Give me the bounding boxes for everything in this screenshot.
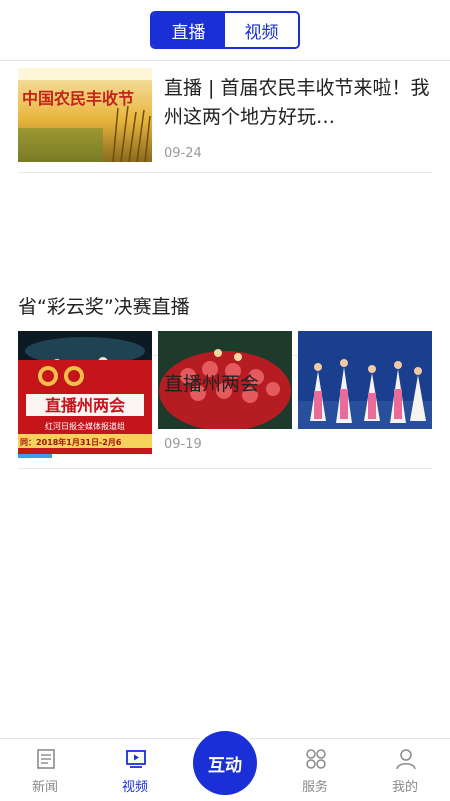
nav-label: 新闻 [31, 780, 58, 795]
item-title[interactable]: 直播州两会 [164, 370, 430, 399]
feed-item[interactable]: 直播州两会 红河日报全媒体报道组 同：2018年1月31日-2月6 直播州两会 … [18, 356, 432, 469]
newspaper-icon [37, 749, 55, 769]
live-feed: 中国农民丰收节 直播 | 首届农民丰收节来啦！我州这两个地方好玩… 09-24 … [18, 60, 432, 469]
item-date: 09-19 [164, 437, 202, 452]
two-sessions-thumbnail: 直播州两会 红河日报全媒体报道组 同：2018年1月31日-2月6 [18, 360, 152, 454]
feed-item[interactable]: 省“彩云奖”决赛直播 [18, 173, 432, 458]
thumb-title: 直播州两会 [45, 396, 125, 415]
nav-label: 我的 [391, 780, 418, 795]
bottom-nav: 新闻 视频 互动 服务 我的 [0, 731, 450, 801]
thumb-date: 同：2018年1月31日-2月6 [20, 437, 122, 447]
video-play-icon [126, 750, 146, 768]
nav-mine[interactable]: 我的 [370, 739, 440, 801]
thumb-subtitle: 红河日报全媒体报道组 [45, 421, 125, 431]
nav-video[interactable]: 视频 [100, 739, 170, 801]
item-date: 09-24 [164, 146, 202, 161]
nav-services[interactable]: 服务 [280, 739, 350, 801]
top-bar: 直播 视频 [0, 0, 450, 61]
grid-services-icon [306, 749, 326, 769]
interact-button[interactable]: 互动 [193, 731, 257, 795]
thumb-caption: 中国农民丰收节 [22, 89, 134, 108]
item-title[interactable]: 省“彩云奖”决赛直播 [18, 293, 190, 321]
tab-video[interactable]: 视频 [225, 13, 298, 47]
user-profile-icon [396, 749, 416, 770]
feed-item[interactable]: 中国农民丰收节 直播 | 首届农民丰收节来啦！我州这两个地方好玩… 09-24 [18, 60, 432, 173]
harvest-festival-thumbnail: 中国农民丰收节 [18, 68, 152, 162]
item-title[interactable]: 直播 | 首届农民丰收节来啦！我州这两个地方好玩… [164, 74, 430, 132]
nav-news[interactable]: 新闻 [10, 739, 80, 801]
live-video-switch: 直播 视频 [150, 11, 300, 49]
tab-live[interactable]: 直播 [152, 13, 225, 47]
nav-label: 视频 [121, 780, 148, 795]
nav-label: 服务 [301, 780, 328, 795]
